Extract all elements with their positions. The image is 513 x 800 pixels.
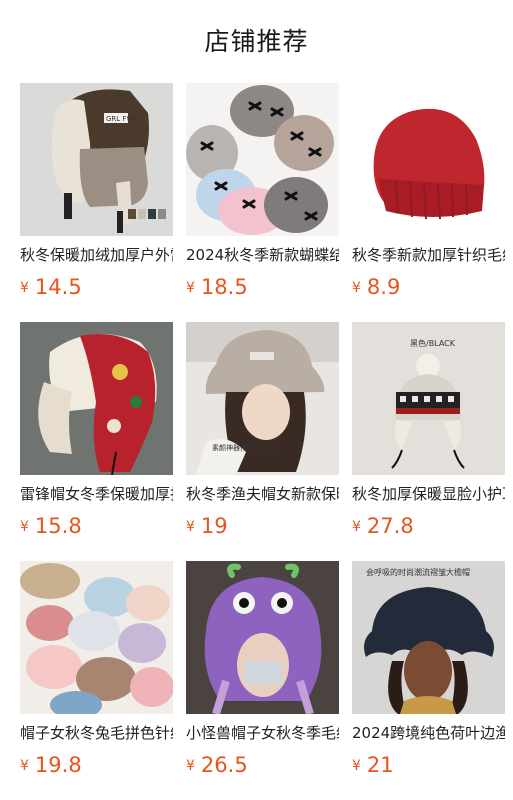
product-name[interactable]: 雷锋帽女冬季保暖加厚护耳帽	[20, 484, 173, 504]
price-value: 15.8	[34, 514, 82, 538]
product-image[interactable]	[186, 561, 339, 714]
product-name[interactable]: 帽子女秋冬兔毛拼色针织帽	[20, 723, 173, 743]
price-value: 8.9	[366, 275, 401, 299]
currency-symbol: ¥	[352, 758, 361, 774]
currency-symbol: ¥	[352, 519, 361, 535]
product-price: ¥15.8	[20, 513, 180, 539]
product-price: ¥26.5	[186, 752, 346, 778]
product-image[interactable]: 素颜神器|保暖 |防风	[186, 322, 339, 475]
product-name[interactable]: 秋冬季渔夫帽女新款保暖毛绒	[186, 484, 339, 504]
product-price: ¥8.9	[352, 274, 512, 300]
product-card[interactable]: 小怪兽帽子女秋冬季毛绒帽 ¥26.5	[186, 561, 346, 778]
product-card[interactable]: 素颜神器|保暖 |防风 秋冬季渔夫帽女新款保暖毛绒 ¥19	[186, 322, 346, 539]
product-card[interactable]: 雷锋帽女冬季保暖加厚护耳帽 ¥15.8	[20, 322, 180, 539]
product-image[interactable]: 会呼吸的时尚潮流褶皱大檐帽	[352, 561, 505, 714]
product-image[interactable]: GRL FWS	[20, 83, 173, 236]
product-name[interactable]: 秋冬保暖加绒加厚户外雷锋帽	[20, 245, 173, 265]
image-caption: 会呼吸的时尚潮流褶皱大檐帽	[366, 567, 470, 577]
product-card[interactable]: GRL FWS 秋冬保暖加绒加厚户外雷锋帽 ¥14.5	[20, 83, 180, 300]
price-value: 19.8	[34, 753, 82, 777]
product-image[interactable]	[20, 561, 173, 714]
product-card[interactable]: 会呼吸的时尚潮流褶皱大檐帽 2024跨境纯色荷叶边渔夫帽 ¥21	[352, 561, 512, 778]
product-name[interactable]: 小怪兽帽子女秋冬季毛绒帽	[186, 723, 339, 743]
product-name[interactable]: 2024跨境纯色荷叶边渔夫帽	[352, 723, 505, 743]
product-price: ¥27.8	[352, 513, 512, 539]
product-price: ¥14.5	[20, 274, 180, 300]
product-name[interactable]: 秋冬加厚保暖显脸小护耳帽	[352, 484, 505, 504]
currency-symbol: ¥	[352, 280, 361, 296]
price-value: 21	[366, 753, 394, 777]
product-card[interactable]: 2024秋冬季新款蝴蝶结针织帽 ¥18.5	[186, 83, 346, 300]
product-name[interactable]: 2024秋冬季新款蝴蝶结针织帽	[186, 245, 339, 265]
product-grid: GRL FWS 秋冬保暖加绒加厚户外雷锋帽 ¥14.5	[0, 0, 513, 800]
product-card[interactable]: 黑色/BLACK 秋冬加厚保暖显脸小护耳帽 ¥27.8	[352, 322, 512, 539]
product-image[interactable]	[20, 322, 173, 475]
price-value: 19	[200, 514, 228, 538]
currency-symbol: ¥	[186, 280, 195, 296]
product-price: ¥19.8	[20, 752, 180, 778]
image-caption: 素颜神器|保暖 |防风	[212, 443, 275, 452]
currency-symbol: ¥	[186, 758, 195, 774]
product-price: ¥21	[352, 752, 512, 778]
product-price: ¥18.5	[186, 274, 346, 300]
currency-symbol: ¥	[20, 758, 29, 774]
product-image[interactable]	[186, 83, 339, 236]
product-image[interactable]: 黑色/BLACK	[352, 322, 505, 475]
product-price: ¥19	[186, 513, 346, 539]
price-value: 26.5	[200, 753, 248, 777]
product-card[interactable]: 帽子女秋冬兔毛拼色针织帽 ¥19.8	[20, 561, 180, 778]
price-value: 18.5	[200, 275, 248, 299]
product-name[interactable]: 秋冬季新款加厚针织毛线帽	[352, 245, 505, 265]
price-value: 27.8	[366, 514, 414, 538]
image-caption: 黑色/BLACK	[410, 338, 456, 348]
currency-symbol: ¥	[20, 280, 29, 296]
hat-tag-text: GRL FWS	[106, 115, 138, 123]
price-value: 14.5	[34, 275, 82, 299]
currency-symbol: ¥	[186, 519, 195, 535]
product-card[interactable]: 秋冬季新款加厚针织毛线帽 ¥8.9	[352, 83, 512, 300]
product-image[interactable]	[352, 83, 505, 236]
currency-symbol: ¥	[20, 519, 29, 535]
